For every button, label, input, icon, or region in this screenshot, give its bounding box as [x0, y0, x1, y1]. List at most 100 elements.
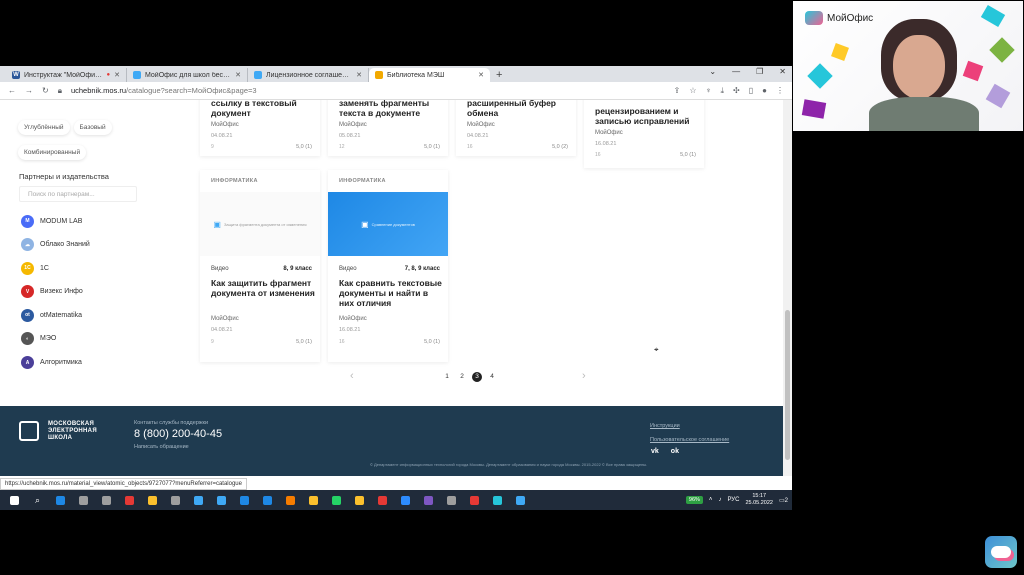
battery-indicator[interactable]: 96%	[685, 496, 703, 504]
filter-chip[interactable]: Комбинированный	[18, 145, 87, 160]
forward-icon[interactable]: →	[25, 86, 33, 95]
partner-logo-icon: ☁	[21, 238, 34, 252]
sidebar-icon[interactable]: ▯	[749, 86, 753, 96]
odnoklassniki-icon[interactable]: ok	[671, 448, 679, 455]
partner-item[interactable]: 1С 1С	[21, 261, 90, 275]
taskbar-app-icon[interactable]	[167, 490, 184, 510]
page-number[interactable]: 1	[442, 372, 452, 382]
partner-item[interactable]: ◐ МЭО	[21, 332, 90, 346]
clock[interactable]: 15:17 25.05.2022	[745, 493, 773, 507]
share-icon[interactable]: ⇪	[674, 86, 681, 96]
next-page-arrow-icon[interactable]: ›	[582, 370, 586, 382]
card-views: 16	[595, 152, 601, 158]
taskbar-app-icon[interactable]	[443, 490, 460, 510]
extensions-puzzle-icon[interactable]: ✣	[733, 86, 740, 96]
close-tab-icon[interactable]: ✕	[478, 71, 484, 79]
url-field[interactable]: uchebnik.mos.ru/catalogue?search=МойОфис…	[71, 86, 665, 95]
close-tab-icon[interactable]: ✕	[235, 71, 241, 79]
thumbnail-text: Защита фрагмента документа от изменения	[223, 221, 307, 227]
filter-chip[interactable]: Базовый	[73, 120, 112, 135]
material-card[interactable]: ИНФОРМАТИКА ▣ Защита фрагмента документа о…	[200, 170, 320, 362]
page-number[interactable]: 3	[472, 372, 482, 382]
taskbar-app-icon[interactable]	[512, 490, 529, 510]
bookmark-star-icon[interactable]: ☆	[689, 86, 696, 96]
taskbar-app-icon[interactable]	[213, 490, 230, 510]
taskbar-app-icon[interactable]	[52, 490, 69, 510]
browser-tab[interactable]: МойОфис для школ бесплатно... ✕	[127, 68, 248, 82]
material-card[interactable]: заменять фрагменты текста в документе Мой…	[328, 100, 448, 156]
instructions-link[interactable]: Инструкции	[650, 419, 729, 433]
restore-icon[interactable]: ❐	[756, 67, 763, 76]
taskbar-app-icon[interactable]	[305, 490, 322, 510]
taskbar-app-icon[interactable]	[259, 490, 276, 510]
partner-item[interactable]: M MODUM LAB	[21, 214, 90, 228]
lang-indicator[interactable]: РУС	[727, 497, 739, 503]
support-phone[interactable]: 8 (800) 200-40-45	[134, 428, 222, 440]
close-tab-icon[interactable]: ✕	[114, 71, 120, 79]
back-icon[interactable]: ←	[8, 86, 16, 95]
footer-logo-text: МОСКОВСКАЯ ЭЛЕКТРОННАЯ ШКОЛА	[48, 421, 97, 441]
filter-chip[interactable]: Углублённый	[18, 120, 70, 135]
partner-item[interactable]: A Алгоритмика	[21, 356, 90, 370]
prev-page-arrow-icon[interactable]: ‹	[350, 370, 354, 382]
card-thumbnail[interactable]: ▣ Сравнение документов	[328, 192, 448, 256]
notifications-icon[interactable]: ▭2	[779, 497, 788, 504]
browser-tab[interactable]: W Инструктаж "МойОфис Об...●✕	[6, 68, 127, 82]
vk-icon[interactable]: vk	[651, 448, 659, 455]
windows-start-icon[interactable]	[6, 490, 23, 510]
new-tab-button[interactable]: +	[496, 68, 502, 82]
taskbar-app-icon[interactable]	[144, 490, 161, 510]
app-glyph-icon	[286, 495, 295, 505]
partner-item[interactable]: ot otMatematika	[21, 308, 90, 322]
taskbar-app-icon[interactable]	[121, 490, 138, 510]
page-scrollbar[interactable]	[783, 100, 792, 476]
card-thumbnail[interactable]: ▣ Защита фрагмента документа от изменения	[200, 192, 320, 256]
close-tab-icon[interactable]: ✕	[356, 71, 362, 79]
taskbar-search-icon[interactable]: ⌕	[29, 490, 46, 510]
partner-name: Облако Знаний	[40, 241, 90, 249]
write-request-link[interactable]: Написать обращение	[134, 444, 189, 450]
card-date: 04.08.21	[467, 133, 489, 139]
partners-search-input[interactable]: Поиск по партнерам...	[19, 186, 137, 202]
reload-icon[interactable]: ↻	[42, 86, 49, 95]
taskbar-app-icon[interactable]	[466, 490, 483, 510]
taskbar-app-icon[interactable]	[98, 490, 115, 510]
taskbar-app-icon[interactable]	[75, 490, 92, 510]
browser-tab[interactable]: Библиотека МЭШ ✕	[369, 68, 490, 82]
download-icon[interactable]: ⤓	[721, 86, 725, 96]
card-author: МойОфис	[339, 122, 367, 128]
material-card[interactable]: расширенный буфер обмена МойОфис 04.08.21 1…	[456, 100, 576, 156]
taskbar-app-icon[interactable]	[190, 490, 207, 510]
material-card[interactable]: ссылку в текстовый документ МойОфис 04.08.…	[200, 100, 320, 156]
taskbar-app-icon[interactable]	[236, 490, 253, 510]
lock-icon[interactable]: 🔒︎	[58, 86, 62, 96]
partner-item[interactable]: ☁ Облако Знаний	[21, 238, 90, 252]
taskbar-app-icon[interactable]	[489, 490, 506, 510]
user-agreement-link[interactable]: Пользовательское соглашение	[650, 433, 729, 447]
tab-favicon-icon	[133, 71, 141, 79]
volume-icon[interactable]: ♪	[718, 497, 721, 503]
page-number[interactable]: 4	[487, 372, 497, 382]
partner-item[interactable]: V Визекс Инфо	[21, 285, 90, 299]
tray-arrow-icon[interactable]: ˄	[709, 497, 713, 503]
taskbar-app-icon[interactable]	[374, 490, 391, 510]
mic-icon[interactable]: ♆	[706, 86, 712, 96]
tab-search-icon[interactable]: ⌄	[709, 67, 716, 76]
material-card[interactable]: ИНФОРМАТИКА ▣ Сравнение документов Видео 7, …	[328, 170, 448, 362]
close-window-icon[interactable]: ✕	[779, 67, 786, 76]
system-tray: 96% ˄ ♪ РУС 15:17 25.05.2022 ▭2	[685, 490, 788, 510]
material-card[interactable]: рецензированием и записью исправлений Мой…	[584, 100, 704, 168]
taskbar-app-icon[interactable]	[282, 490, 299, 510]
minimize-icon[interactable]: —	[732, 67, 740, 76]
browser-tab[interactable]: Лицензионное соглашение с ...✕	[248, 68, 369, 82]
presenter-face	[893, 35, 945, 99]
profile-avatar-icon[interactable]: ●	[762, 86, 767, 96]
taskbar-app-icon[interactable]	[351, 490, 368, 510]
page-number[interactable]: 2	[457, 372, 467, 382]
taskbar-app-icon[interactable]	[328, 490, 345, 510]
taskbar-app-icon[interactable]	[397, 490, 414, 510]
menu-kebab-icon[interactable]: ⋮	[776, 86, 784, 96]
scrollbar-thumb[interactable]	[785, 310, 790, 460]
card-date: 04.08.21	[211, 327, 233, 333]
taskbar-app-icon[interactable]	[420, 490, 437, 510]
